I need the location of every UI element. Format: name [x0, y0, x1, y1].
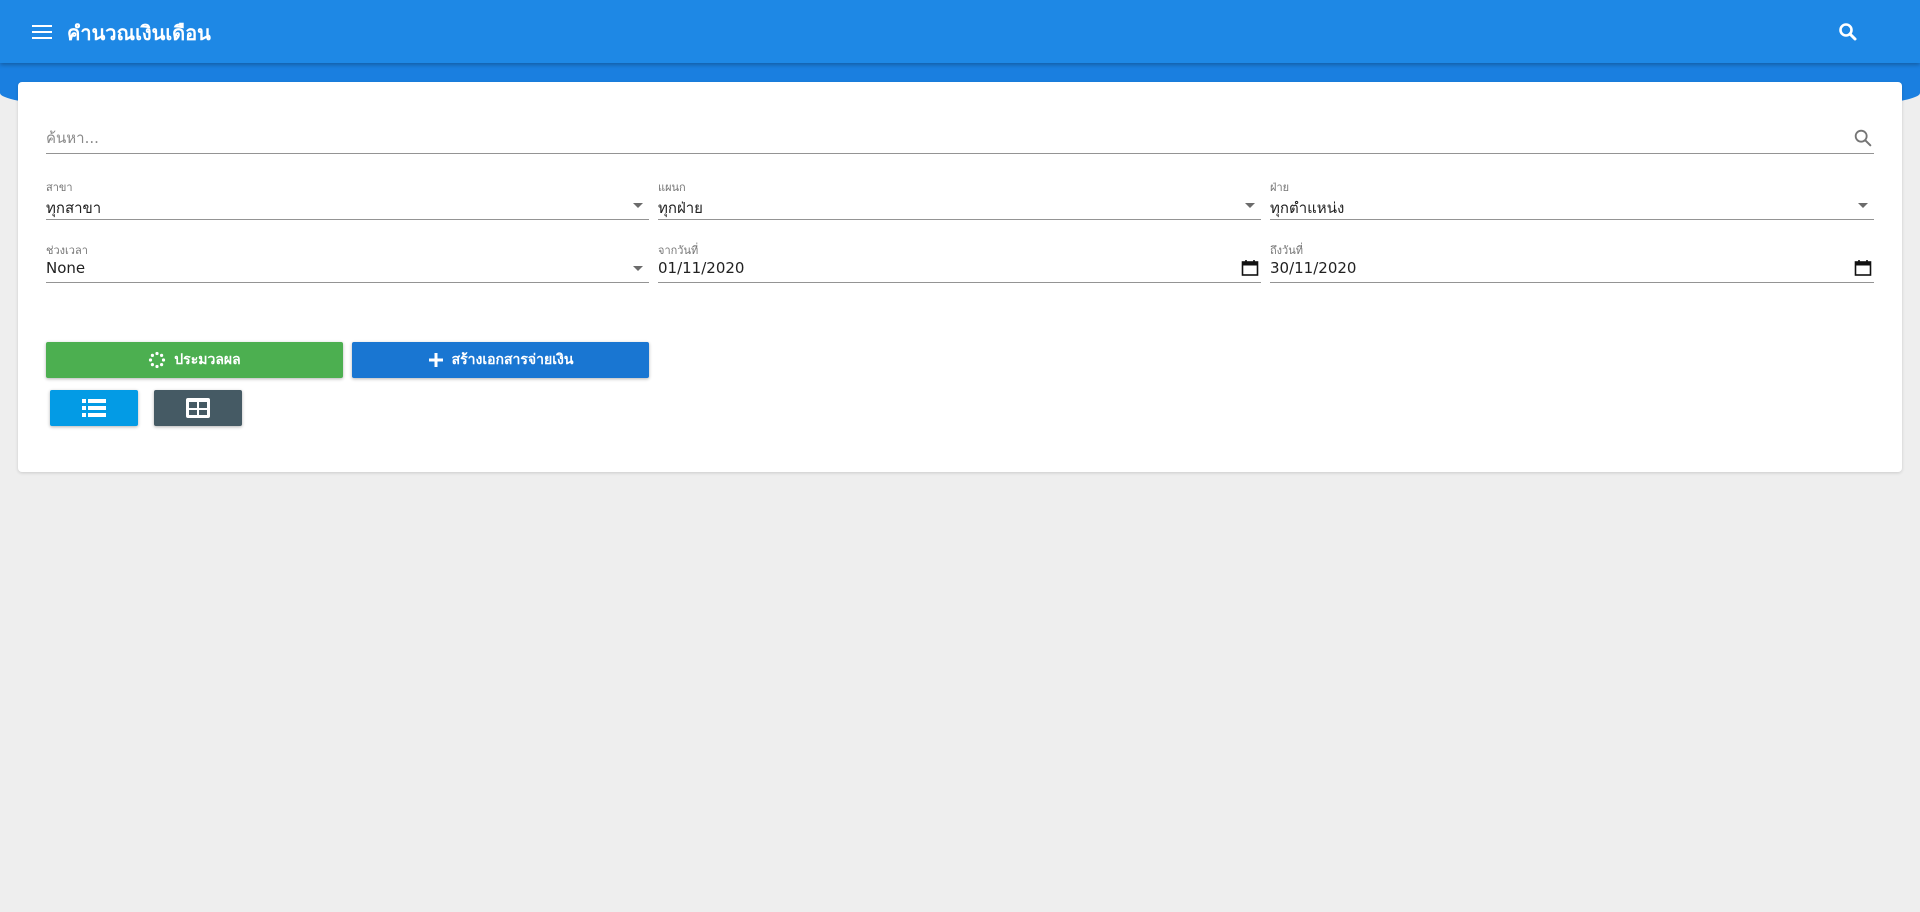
list-view-button[interactable] — [50, 390, 138, 426]
division-value: ทุกตำแหน่ง — [1270, 199, 1345, 217]
from-date-input[interactable]: จากวันที่ 01/11/2020 — [658, 241, 1261, 283]
plus-icon — [428, 353, 443, 367]
to-date-input[interactable]: ถึงวันที่ 30/11/2020 — [1270, 241, 1874, 283]
period-label: ช่วงเวลา — [46, 244, 88, 257]
search-input[interactable] — [46, 124, 1826, 152]
menu-icon — [32, 25, 52, 27]
app-bar: คำนวณเงินเดือน — [0, 0, 1920, 63]
department-value: ทุกฝ่าย — [658, 199, 703, 217]
branch-select[interactable]: สาขา ทุกสาขา — [46, 178, 649, 220]
page-title: คำนวณเงินเดือน — [67, 21, 211, 45]
period-value: None — [46, 259, 86, 277]
division-select[interactable]: ฝ่าย ทุกตำแหน่ง — [1270, 178, 1874, 220]
branch-value: ทุกสาขา — [46, 199, 102, 217]
grid-view-button[interactable] — [154, 390, 242, 426]
search-icon — [1839, 23, 1857, 41]
period-select[interactable]: ช่วงเวลา None — [46, 241, 649, 283]
filter-card: สาขา ทุกสาขา แผนก ทุกฝ่าย ฝ่าย ทุกตำแหน่… — [18, 82, 1902, 472]
department-select[interactable]: แผนก ทุกฝ่าย — [658, 178, 1261, 220]
search-icon[interactable] — [1852, 127, 1874, 149]
dropdown-arrow-icon — [1858, 203, 1868, 208]
dropdown-arrow-icon — [1245, 203, 1255, 208]
process-button[interactable]: ประมวลผล — [46, 342, 343, 378]
menu-button[interactable] — [28, 18, 56, 46]
create-button-label: สร้างเอกสารจ่ายเงิน — [451, 352, 574, 368]
spinner-icon — [149, 351, 166, 369]
department-label: แผนก — [658, 181, 686, 194]
create-payment-document-button[interactable]: สร้างเอกสารจ่ายเงิน — [352, 342, 649, 378]
division-label: ฝ่าย — [1270, 181, 1290, 194]
calendar-icon[interactable] — [1241, 259, 1259, 277]
dropdown-arrow-icon — [633, 203, 643, 208]
from-date-label: จากวันที่ — [658, 244, 699, 257]
process-button-label: ประมวลผล — [174, 352, 241, 368]
calendar-icon[interactable] — [1854, 259, 1872, 277]
to-date-value: 30/11/2020 — [1270, 259, 1357, 277]
search-bar — [46, 124, 1874, 154]
list-view-icon — [82, 399, 106, 417]
search-button[interactable] — [1836, 20, 1860, 44]
dropdown-arrow-icon — [633, 266, 643, 271]
to-date-label: ถึงวันที่ — [1270, 244, 1303, 257]
grid-view-icon — [186, 398, 210, 418]
from-date-value: 01/11/2020 — [658, 259, 745, 277]
branch-label: สาขา — [46, 181, 73, 194]
